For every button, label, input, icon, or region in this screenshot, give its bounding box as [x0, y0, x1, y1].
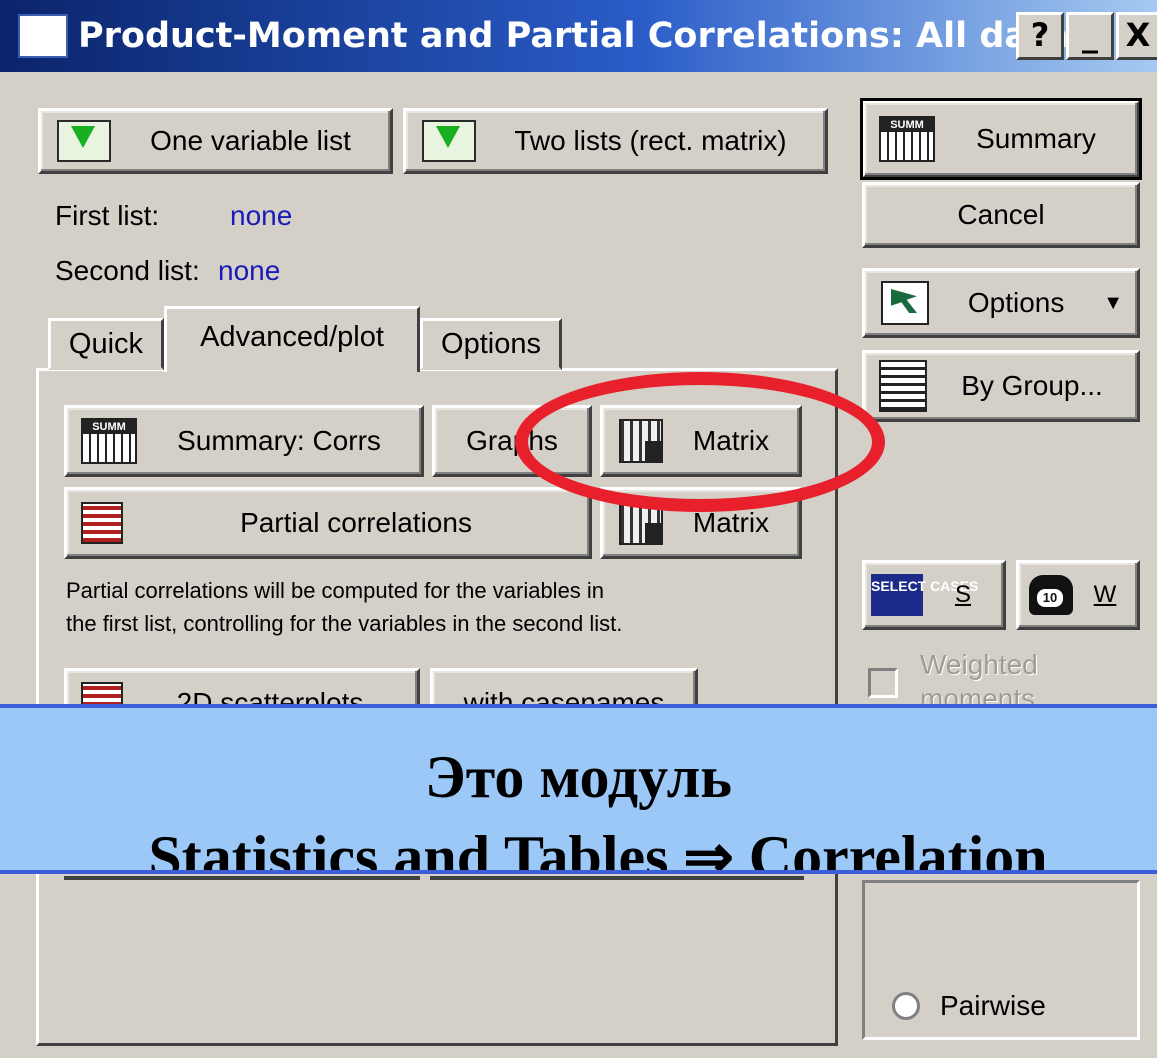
- button-edge: [64, 876, 420, 880]
- partial-correlations-button[interactable]: Partial correlations: [64, 487, 592, 559]
- first-list-label: First list:: [55, 200, 160, 231]
- pairwise-label: Pairwise: [940, 990, 1046, 1021]
- second-list-value: none: [218, 255, 281, 286]
- two-lists-button[interactable]: Two lists (rect. matrix): [403, 108, 828, 174]
- close-button[interactable]: X: [1116, 12, 1157, 60]
- caption-line-1: Это модуль: [425, 744, 732, 810]
- select-cases-icon: SELECT CASES: [871, 574, 978, 616]
- app-icon: [18, 14, 68, 58]
- help-button[interactable]: ?: [1016, 12, 1064, 60]
- cancel-button[interactable]: Cancel: [862, 182, 1140, 248]
- by-group-icon: [879, 360, 927, 412]
- tab-advanced-plot[interactable]: Advanced/plot: [164, 306, 420, 372]
- summary-icon: [81, 418, 137, 464]
- summary-corrs-button[interactable]: Summary: Corrs: [64, 405, 424, 477]
- weight-icon: [1029, 575, 1073, 615]
- caption-line-2: Statistics and Tables ⇒ Correlation: [148, 824, 1048, 874]
- first-list-value: none: [230, 200, 293, 231]
- minimize-button[interactable]: _: [1066, 12, 1114, 60]
- one-variable-list-button[interactable]: One variable list: [38, 108, 393, 174]
- pairwise-radio[interactable]: [892, 992, 920, 1020]
- weight-button[interactable]: W: [1016, 560, 1140, 630]
- highlight-ellipse: [515, 372, 885, 512]
- variables-icon: [422, 120, 476, 162]
- tab-quick[interactable]: Quick: [48, 318, 164, 370]
- partial-note-line2: the first list, controlling for the vari…: [66, 611, 623, 636]
- options-button[interactable]: Options ▼: [862, 268, 1140, 338]
- variables-icon: [57, 120, 111, 162]
- second-list-label: Second list:: [55, 255, 200, 286]
- hammer-icon: [881, 281, 929, 325]
- window-title: Product-Moment and Partial Correlations:…: [78, 16, 1069, 56]
- caption-banner: Это модуль Statistics and Tables ⇒ Corre…: [0, 704, 1157, 874]
- grid-icon: [81, 502, 123, 544]
- dropdown-arrow-icon: ▼: [1103, 291, 1123, 314]
- by-group-button[interactable]: By Group...: [862, 350, 1140, 422]
- summary-icon: [879, 116, 935, 162]
- tab-options[interactable]: Options: [420, 318, 562, 370]
- button-edge: [430, 876, 804, 880]
- select-cases-button[interactable]: SELECT CASES S: [862, 560, 1006, 630]
- partial-note-line1: Partial correlations will be computed fo…: [66, 578, 605, 603]
- summary-button[interactable]: Summary: [860, 98, 1142, 180]
- weighted-moments-checkbox[interactable]: [868, 668, 898, 698]
